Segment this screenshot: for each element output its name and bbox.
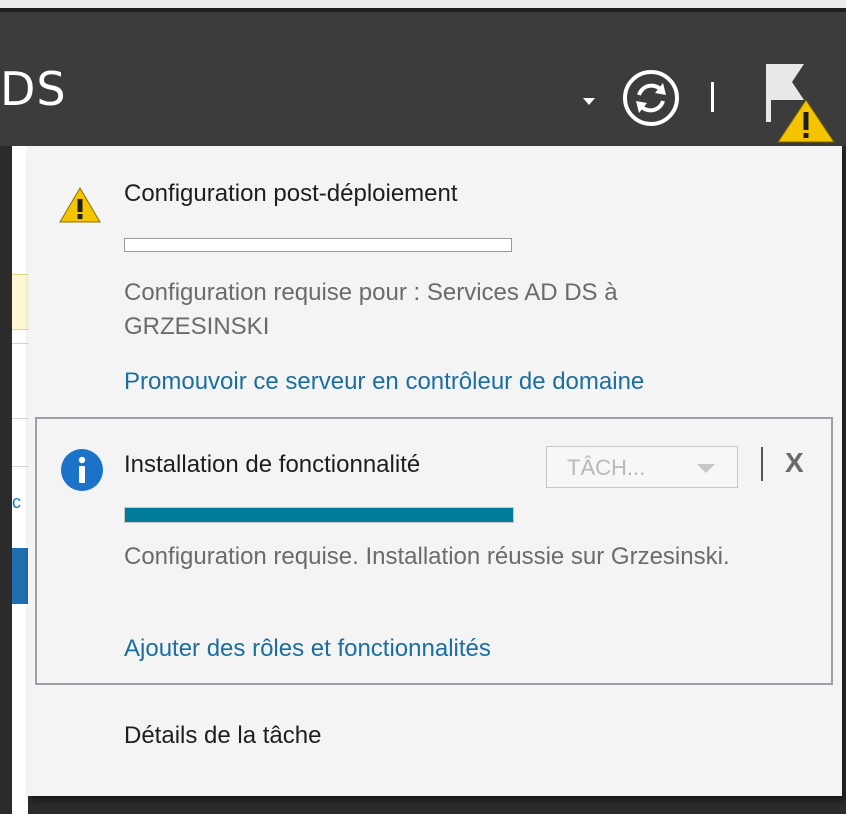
background-blue-tile <box>12 548 28 604</box>
info-icon <box>61 449 103 491</box>
progress-bar <box>124 238 512 252</box>
server-manager-header: DS <box>0 12 846 146</box>
background-content <box>0 146 28 814</box>
notification-description: Configuration requise pour : Services AD… <box>124 279 618 340</box>
warning-icon <box>59 187 101 223</box>
add-roles-features-link[interactable]: Ajouter des rôles et fonctionnalités <box>124 635 491 663</box>
page-title: DS <box>0 62 67 116</box>
tasks-dropdown-label: TÂCH... <box>567 455 646 480</box>
chevron-down-icon[interactable] <box>583 98 595 105</box>
window-top-edge <box>0 0 846 8</box>
background-divider <box>12 343 28 344</box>
notification-title: Installation de fonctionnalité <box>124 451 421 478</box>
header-separator <box>711 82 714 112</box>
task-details-link[interactable]: Détails de la tâche <box>124 722 321 750</box>
close-icon[interactable]: X <box>785 447 804 479</box>
background-divider <box>12 466 28 467</box>
notification-title: Configuration post-déploiement <box>124 180 458 207</box>
window-frame <box>0 146 12 814</box>
notification-flag-icon[interactable] <box>762 62 838 148</box>
notifications-popup: Configuration post-déploiement Configura… <box>28 146 842 796</box>
separator <box>761 447 763 481</box>
background-link-fragment: c <box>12 492 21 512</box>
promote-domain-controller-link[interactable]: Promouvoir ce serveur en contrôleur de d… <box>124 368 644 396</box>
tasks-dropdown[interactable]: TÂCH... <box>546 446 738 488</box>
refresh-icon[interactable] <box>622 69 680 127</box>
chevron-down-icon <box>697 464 715 473</box>
notification-description: Configuration requise. Installation réus… <box>124 543 730 570</box>
progress-bar <box>124 507 514 523</box>
background-divider <box>12 418 28 419</box>
notification-item-feature-install: Installation de fonctionnalité TÂCH... X… <box>35 417 833 685</box>
background-warning-strip <box>12 274 28 330</box>
